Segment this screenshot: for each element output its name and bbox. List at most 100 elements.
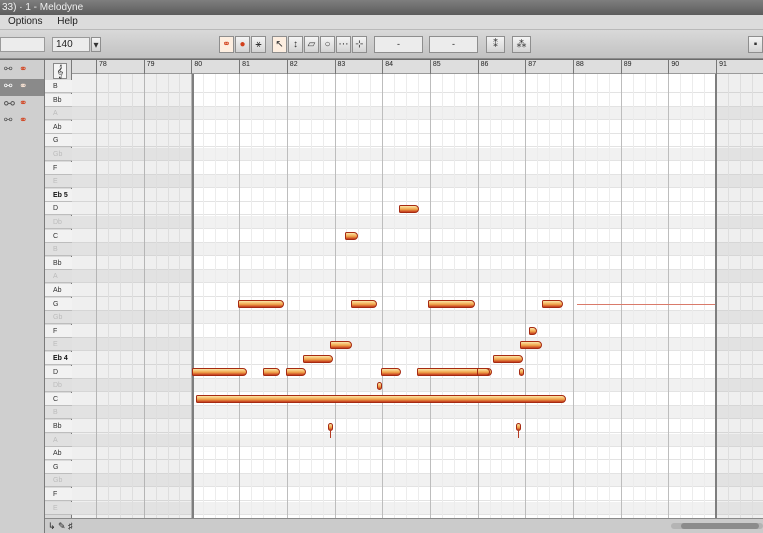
inspector-icon[interactable]: ▪ (748, 36, 763, 53)
bar-number: 89 (623, 61, 632, 68)
beat-line (704, 74, 706, 518)
bar-number: 90 (671, 61, 680, 68)
scrollbar-thumb[interactable] (681, 523, 759, 529)
track-row[interactable]: ⚯ ⚭ (0, 113, 44, 130)
piano-key[interactable]: Gb (45, 474, 72, 488)
piano-key[interactable]: F (45, 488, 72, 501)
bar-line (286, 74, 288, 518)
bar-tick (477, 60, 479, 74)
piano-key[interactable]: Eb 4 (45, 352, 72, 365)
menu-help[interactable]: Help (57, 16, 78, 27)
scale-tool-icon[interactable]: ♯ (68, 521, 73, 531)
link-tool-icon[interactable]: ⚭ (219, 36, 234, 53)
piano-key[interactable]: G (45, 460, 72, 474)
piano-key[interactable]: Eb 5 (45, 188, 72, 202)
note-blob[interactable] (263, 368, 280, 377)
note-blob[interactable] (303, 354, 333, 363)
note-editor-grid[interactable] (72, 74, 763, 518)
note-blob[interactable] (477, 368, 490, 377)
timing-tool-icon[interactable]: ⋯ (336, 36, 351, 53)
beat-line (298, 74, 300, 518)
formant-tool-icon[interactable]: ▱ (304, 36, 319, 53)
piano-key[interactable]: Db (45, 216, 72, 229)
piano-key[interactable]: C (45, 392, 72, 406)
horizontal-scrollbar[interactable] (671, 523, 763, 529)
blob-tool-icon[interactable]: ● (235, 36, 250, 53)
piano-key[interactable]: E (45, 175, 72, 189)
beat-line (501, 74, 503, 518)
bar-line (239, 74, 241, 518)
note-blob[interactable] (330, 340, 352, 349)
note-blob[interactable] (399, 204, 419, 213)
piano-key[interactable]: Gb (45, 311, 72, 325)
piano-key[interactable]: C (45, 229, 72, 243)
quantize-pitch-icon[interactable]: ⁑ (486, 36, 505, 53)
clef-icon[interactable]: 𝄞 (53, 63, 67, 79)
tempo-field[interactable]: 140 (52, 37, 90, 52)
beat-line (656, 74, 658, 518)
piano-key[interactable]: D (45, 202, 72, 216)
note-blob[interactable] (493, 354, 523, 363)
note-blob[interactable] (381, 368, 401, 377)
piano-key[interactable]: Bb (45, 93, 72, 107)
piano-key[interactable]: Ab (45, 284, 72, 297)
note-blob[interactable] (377, 381, 382, 390)
piano-key[interactable]: Bb (45, 256, 72, 270)
piano-key[interactable]: Db (45, 379, 72, 393)
bar-tick (525, 60, 527, 74)
piano-key[interactable]: Ab (45, 120, 72, 134)
main-tool-icon[interactable]: ↖ (272, 36, 287, 53)
bar-tick (382, 60, 384, 74)
note-blob[interactable] (238, 300, 284, 309)
note-blob[interactable] (345, 232, 358, 241)
piano-key[interactable]: E (45, 338, 72, 352)
pitch-tool-icon[interactable]: ↕ (288, 36, 303, 53)
time-ruler[interactable]: 78 79 80 81 82 83 84 85 86 87 88 89 90 91 (72, 60, 763, 74)
note-blob[interactable] (542, 300, 563, 309)
beat-line (215, 74, 217, 518)
beat-line (465, 74, 467, 518)
piano-key[interactable]: A (45, 433, 72, 447)
value-field-b[interactable]: - (429, 36, 478, 53)
piano-key[interactable]: B (45, 80, 72, 93)
track-row[interactable]: ⚯ ⚭ (0, 96, 44, 113)
piano-key[interactable]: F (45, 324, 72, 338)
piano-key[interactable]: B (45, 243, 72, 257)
bar-number: 86 (480, 61, 489, 68)
note-blob[interactable] (519, 368, 524, 377)
piano-key[interactable]: Ab (45, 447, 72, 461)
note-icon: ⚭ (19, 98, 28, 109)
note-blob[interactable] (286, 368, 306, 377)
note-blob[interactable] (428, 300, 475, 309)
note-blob[interactable] (196, 395, 566, 404)
piano-key[interactable]: F (45, 161, 72, 175)
bar-tick (334, 60, 336, 74)
beat-line (417, 74, 419, 518)
piano-key[interactable]: D (45, 365, 72, 379)
note-blob[interactable] (520, 340, 542, 349)
note-blob[interactable] (351, 300, 377, 309)
note-blob[interactable] (192, 368, 247, 377)
piano-key[interactable]: Bb (45, 420, 72, 433)
piano-key[interactable]: B (45, 406, 72, 420)
name-field[interactable] (0, 37, 45, 52)
quantize-time-icon[interactable]: ⁂ (512, 36, 531, 53)
track-row[interactable]: ⚯ ⚭ (0, 62, 44, 79)
tempo-stepper[interactable]: ▾ (91, 37, 101, 52)
piano-key[interactable]: G (45, 134, 72, 148)
piano-key[interactable]: Gb (45, 148, 72, 161)
bar-number: 87 (528, 61, 537, 68)
cursor-tool-icon[interactable]: ↳ (48, 521, 56, 532)
pitch-ruler[interactable]: 𝄞 B Bb A Ab G Gb F E Eb 5 D Db C B Bb A Ab G Gb F E Eb 4 D Db C… (45, 60, 72, 518)
track-row-selected[interactable]: ⚯ ⚭ (0, 79, 44, 96)
separation-tool-icon[interactable]: ⊹ (352, 36, 367, 53)
piano-key[interactable]: A (45, 270, 72, 284)
menu-options[interactable]: Options (8, 16, 42, 27)
piano-key[interactable]: E (45, 501, 72, 515)
value-field-a[interactable]: - (374, 36, 423, 53)
piano-key[interactable]: A (45, 107, 72, 121)
piano-key[interactable]: G (45, 297, 72, 311)
amplitude-tool-icon[interactable]: ○ (320, 36, 335, 53)
pencil-tool-icon[interactable]: ✎ (58, 521, 66, 532)
macro-tool-icon[interactable]: ⚹ (251, 36, 266, 53)
